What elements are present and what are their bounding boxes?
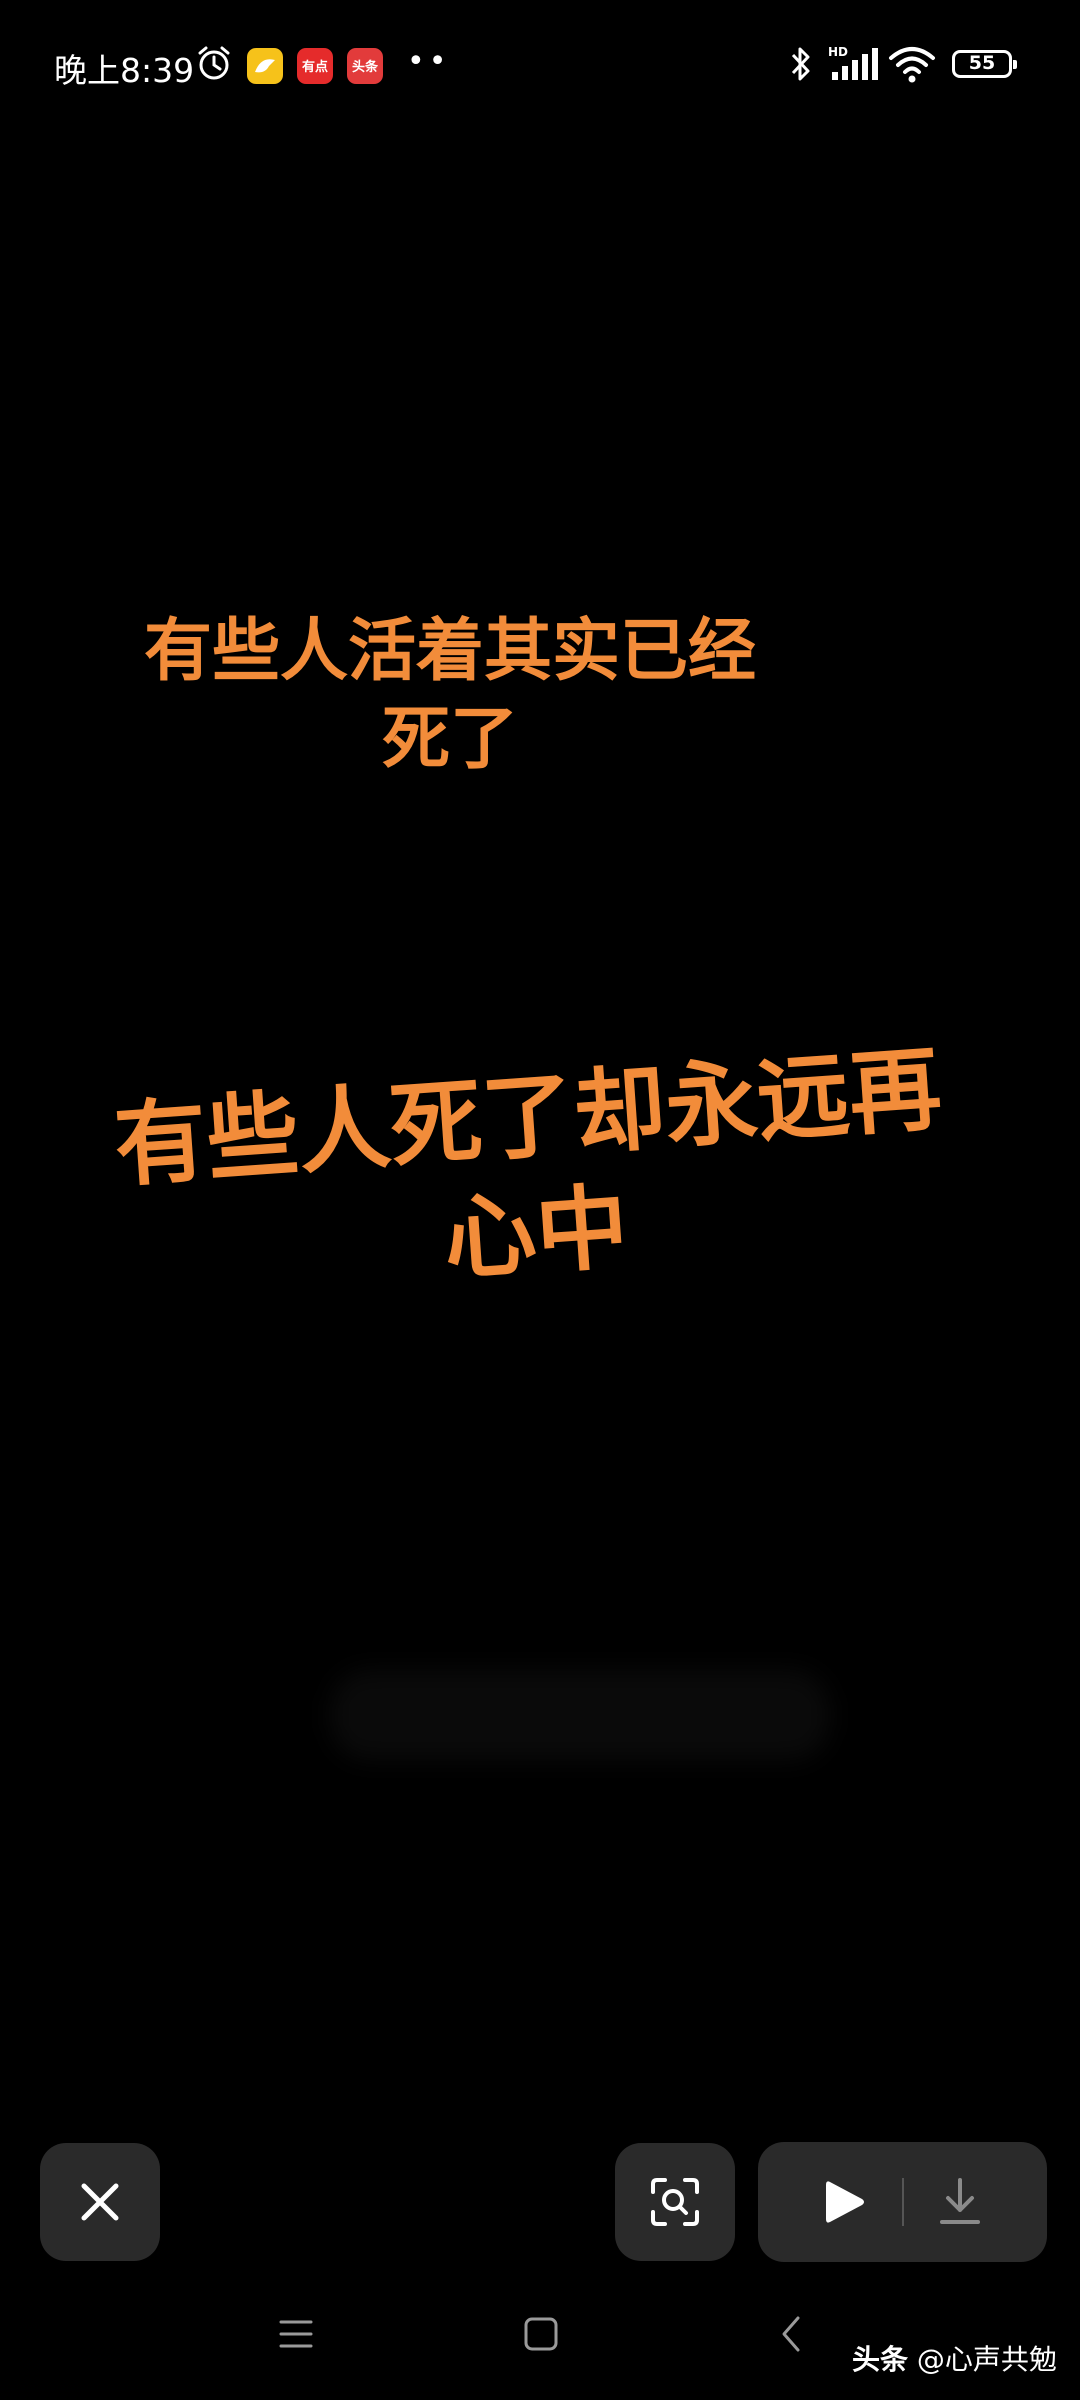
watermark-handle: @心声共勉: [916, 2343, 1057, 2376]
play-button[interactable]: [820, 2176, 868, 2228]
cellular-signal-icon: HD: [826, 44, 882, 88]
caption-main-text: 有些人死了却永远再 心中: [55, 1027, 1009, 1324]
bluetooth-icon: [786, 44, 816, 88]
signal-hd-label: HD: [828, 45, 848, 59]
media-controls: [758, 2142, 1047, 2262]
toutiao-label: 头条: [351, 60, 378, 75]
caption-top-text: 有些人活着其实已经 死了: [120, 608, 780, 784]
scan-search-icon: [651, 2178, 699, 2226]
home-icon: [524, 2317, 558, 2351]
watermark-brand: 头条: [852, 2343, 909, 2376]
more-notifications-icon: ••: [407, 44, 451, 79]
visual-search-button[interactable]: [615, 2143, 735, 2261]
caption-main: 有些人死了却永远再 心中: [55, 1027, 1009, 1324]
wifi-icon: [888, 46, 936, 88]
download-button[interactable]: [936, 2176, 984, 2228]
back-icon: [782, 2316, 800, 2352]
alarm-icon: [195, 44, 233, 86]
menu-icon: [279, 2320, 313, 2348]
app-notification-icon: [247, 48, 283, 84]
menu-nav-button[interactable]: [278, 2314, 314, 2358]
back-nav-button[interactable]: [776, 2314, 806, 2358]
youdian-notification-icon: 有点: [297, 48, 333, 84]
caption-top: 有些人活着其实已经 死了: [120, 608, 780, 784]
close-button[interactable]: [40, 2143, 160, 2261]
status-time: 晚上8:39: [54, 51, 195, 90]
caption-line: 有些人活着其实已经: [143, 612, 756, 691]
battery-icon: 55: [952, 50, 1017, 78]
battery-level: 55: [968, 52, 996, 74]
toutiao-notification-icon: 头条: [347, 48, 383, 84]
divider: [902, 2178, 904, 2226]
status-bar: 晚上8:39 有点 头条 •• HD 55: [0, 0, 1080, 130]
blurred-area: [330, 1670, 830, 1760]
home-nav-button[interactable]: [523, 2314, 559, 2358]
close-icon: [81, 2183, 119, 2221]
watermark: 头条 @心声共勉: [852, 2338, 1057, 2378]
caption-line: 死了: [381, 700, 518, 779]
youdian-label: 有点: [301, 60, 328, 75]
